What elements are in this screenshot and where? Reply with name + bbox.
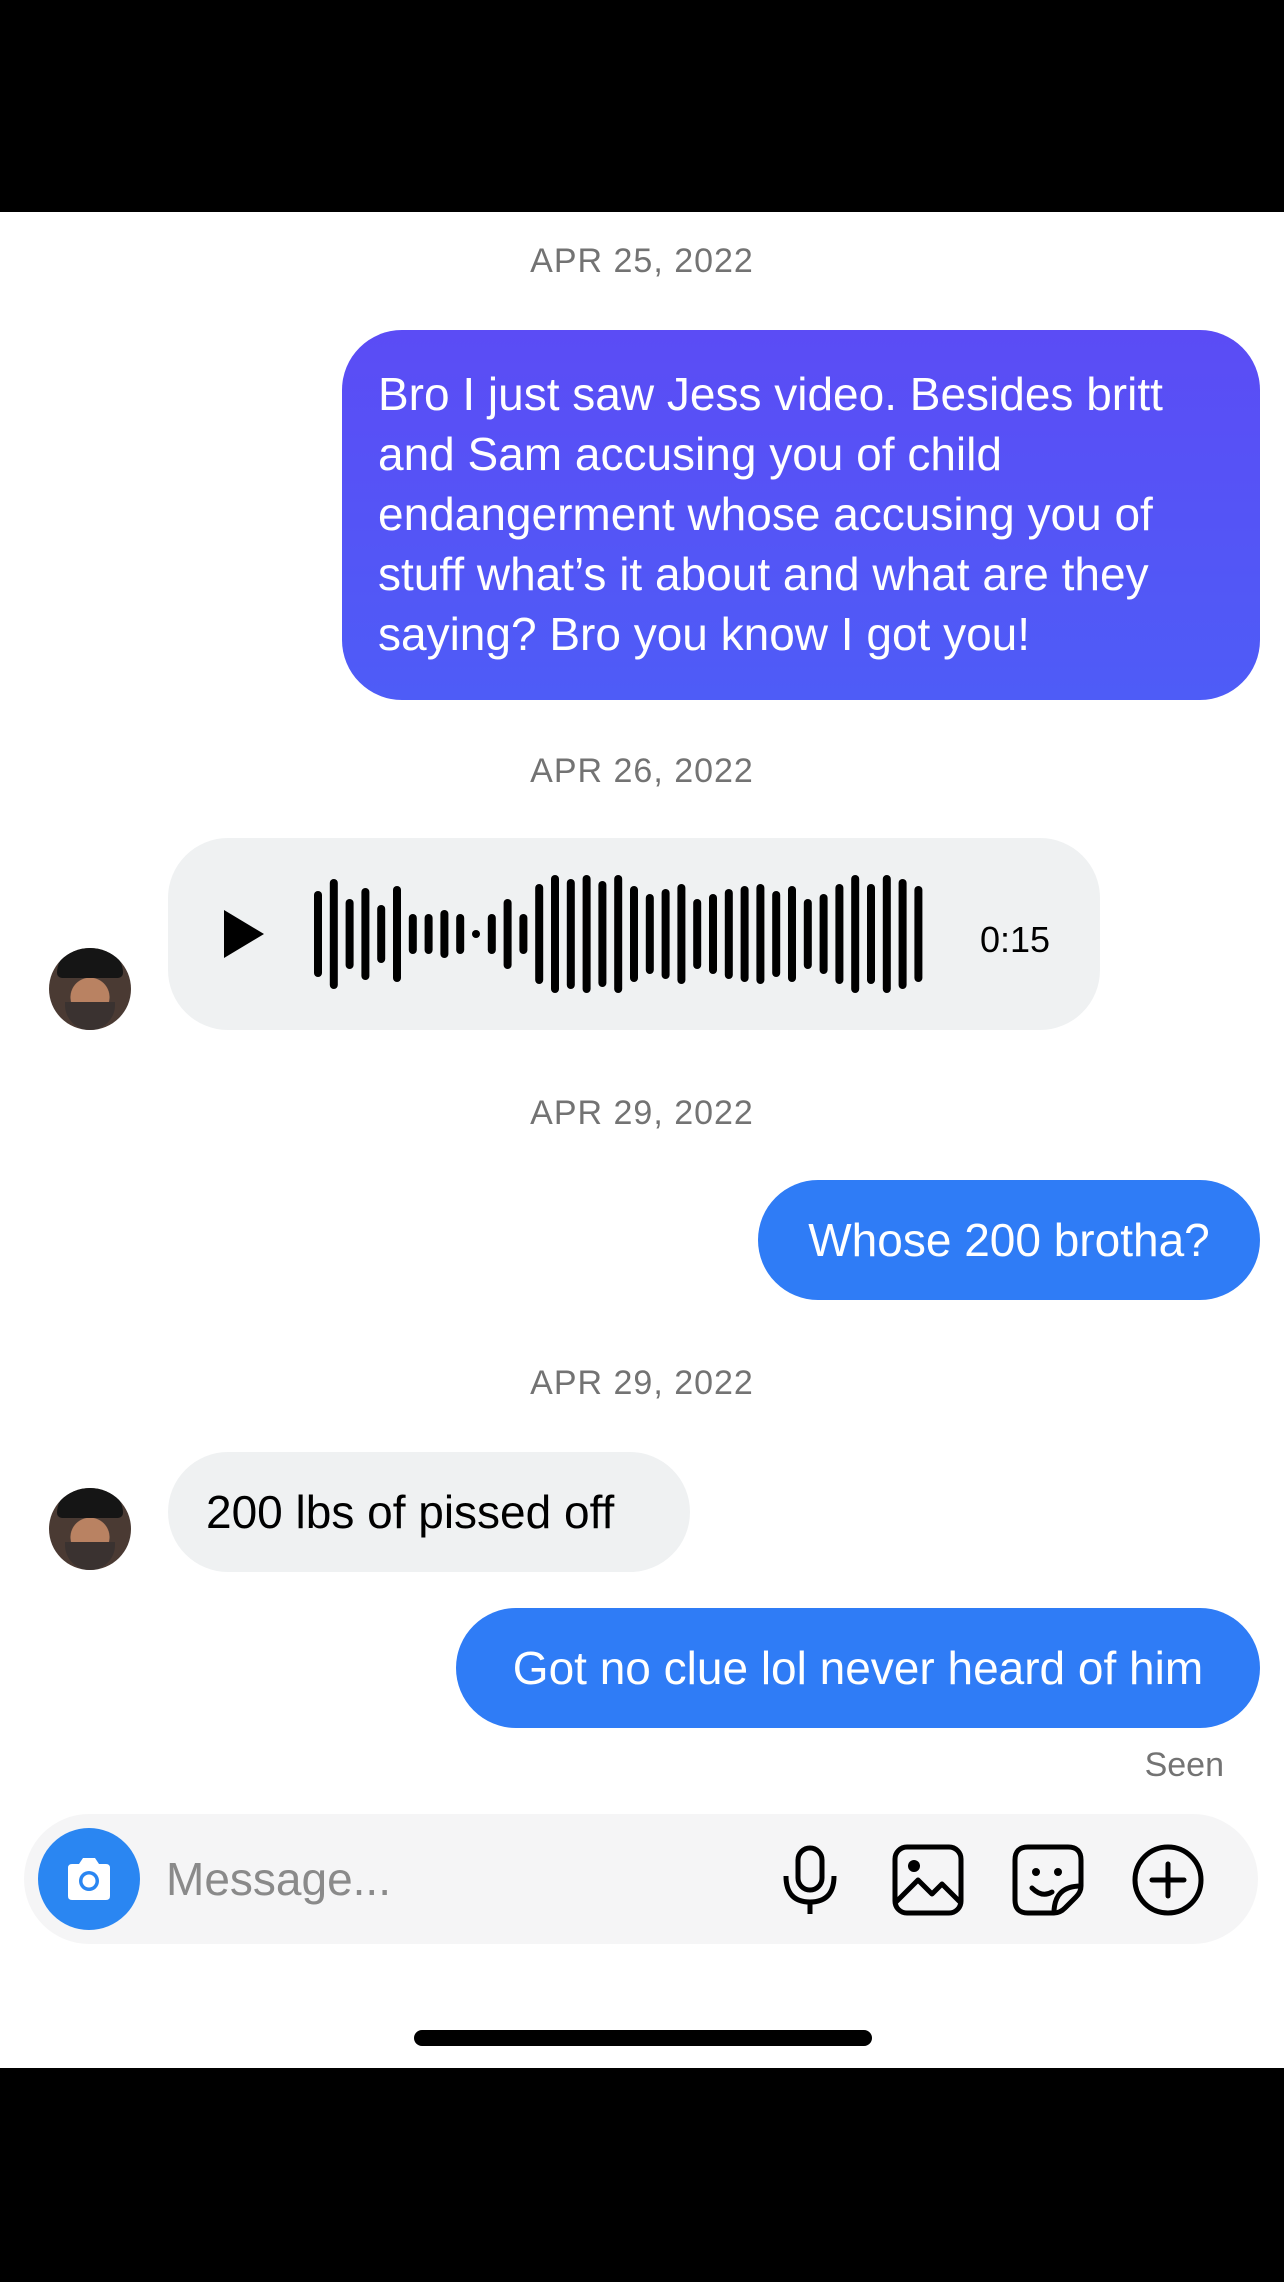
waveform-bar xyxy=(440,910,449,958)
waveform-bar xyxy=(882,875,891,993)
waveform-bar xyxy=(329,879,338,989)
message-input[interactable] xyxy=(166,1844,726,1914)
waveform-bar xyxy=(551,875,559,993)
outgoing-message[interactable]: Bro I just saw Jess video. Besides britt… xyxy=(342,330,1260,700)
waveform-bar xyxy=(709,894,717,974)
voice-duration: 0:15 xyxy=(980,919,1051,960)
date-separator: APR 29, 2022 xyxy=(530,1364,754,1402)
sticker-icon[interactable] xyxy=(1010,1842,1086,1918)
waveform-bar xyxy=(377,905,386,963)
date-separator: APR 25, 2022 xyxy=(530,242,754,280)
camera-button[interactable] xyxy=(38,1828,140,1930)
waveform-bar xyxy=(677,884,686,984)
waveform-bar xyxy=(456,914,465,954)
gallery-icon[interactable] xyxy=(890,1842,966,1918)
waveform-bar xyxy=(472,930,480,938)
outgoing-message[interactable]: Whose 200 brotha? xyxy=(758,1180,1260,1300)
waveform-bar xyxy=(503,899,512,969)
date-separator: APR 26, 2022 xyxy=(530,752,754,790)
incoming-message[interactable]: 200 lbs of pissed off xyxy=(168,1452,690,1572)
waveform-bar xyxy=(835,884,844,984)
waveform-bar xyxy=(772,891,781,977)
waveform-bar xyxy=(803,899,812,969)
waveform-bar xyxy=(424,914,433,954)
chat-screen: APR 25, 2022 Bro I just saw Jess video. … xyxy=(0,212,1284,2068)
date-separator: APR 29, 2022 xyxy=(530,1094,754,1132)
microphone-icon[interactable] xyxy=(772,1842,848,1918)
waveform-bar xyxy=(740,886,749,982)
waveform-bar xyxy=(914,886,923,982)
home-indicator[interactable] xyxy=(414,2030,872,2046)
waveform-bar xyxy=(361,888,370,980)
waveform-bar xyxy=(645,894,654,974)
waveform-bar xyxy=(535,884,544,984)
waveform-bar xyxy=(614,875,623,993)
waveform-bar xyxy=(487,914,496,954)
outgoing-message[interactable]: Got no clue lol never heard of him xyxy=(456,1608,1260,1728)
waveform-bar xyxy=(788,886,796,982)
waveform-bar xyxy=(314,891,322,977)
waveform-bar xyxy=(819,894,828,974)
waveform-bar xyxy=(408,914,417,954)
waveform-bar xyxy=(724,889,733,979)
voice-message[interactable]: 0:15 xyxy=(168,838,1100,1030)
contact-avatar[interactable] xyxy=(49,1488,131,1570)
waveform-bar xyxy=(693,899,702,969)
waveform-bar xyxy=(345,899,354,969)
waveform-bar xyxy=(756,884,765,984)
message-composer xyxy=(24,1814,1258,1944)
camera-icon xyxy=(68,1858,110,1900)
waveform-bar xyxy=(898,879,907,989)
waveform-bar xyxy=(851,875,860,993)
play-icon[interactable] xyxy=(220,906,268,962)
waveform-bar xyxy=(598,881,607,987)
waveform-bar xyxy=(393,886,401,982)
waveform-bar xyxy=(566,879,575,989)
plus-icon[interactable] xyxy=(1130,1842,1206,1918)
waveform-bar xyxy=(519,914,528,954)
waveform-bar xyxy=(661,889,670,979)
waveform-bar xyxy=(582,875,591,993)
seen-status: Seen xyxy=(1144,1746,1224,1784)
waveform-bar xyxy=(630,886,638,982)
waveform-bar xyxy=(867,884,875,984)
contact-avatar[interactable] xyxy=(49,948,131,1030)
